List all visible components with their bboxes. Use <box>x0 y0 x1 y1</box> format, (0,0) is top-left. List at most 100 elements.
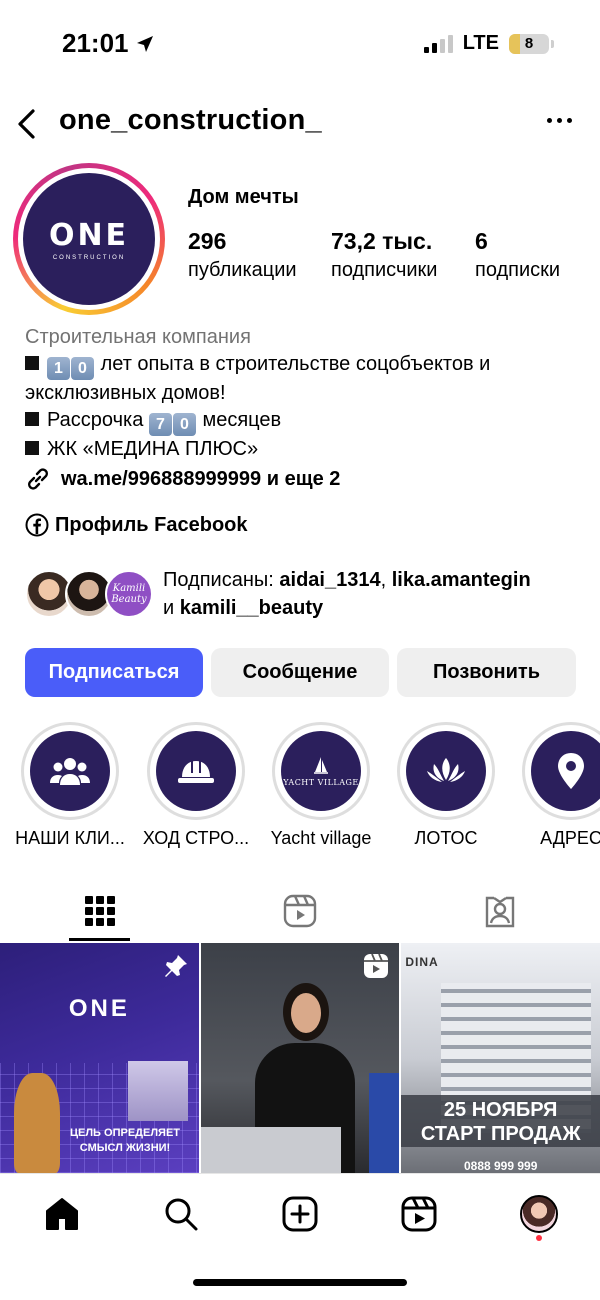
highlight-label: Yacht village <box>270 828 372 848</box>
post-thumbnail[interactable]: DINA 25 НОЯБРЯ СТАРТ ПРОДАЖ 0888 999 999 <box>401 943 600 1173</box>
stat-posts-label: публикации <box>188 259 297 281</box>
bio-line-2: эксклюзивных домов! <box>25 382 226 404</box>
facebook-profile-text: Профиль Facebook <box>55 513 248 536</box>
post-banner-line: СТАРТ ПРОДАЖ <box>420 1123 581 1145</box>
hard-hat-icon <box>178 761 214 783</box>
stat-posts-value: 296 <box>188 228 227 254</box>
bio-line-4: ЖК «МЕДИНА ПЛЮС» <box>25 436 585 463</box>
tagged-icon <box>485 896 515 928</box>
bio-line-3-prefix: Рассрочка <box>47 409 144 431</box>
people-icon <box>50 758 90 785</box>
profile-avatar-story-ring[interactable]: ONE CONSTRUCTION <box>13 163 165 315</box>
stat-followers[interactable]: 73,2 тыс. подписчики <box>331 228 475 282</box>
profile-avatar: ONE CONSTRUCTION <box>23 173 155 305</box>
call-button[interactable]: Позвонить <box>397 648 576 697</box>
message-button[interactable]: Сообщение <box>211 648 389 697</box>
network-type: LTE <box>462 32 499 54</box>
archer-figure <box>14 1073 60 1173</box>
search-icon <box>165 1198 198 1231</box>
profile-stats: 296 публикации 73,2 тыс. подписчики 6 по… <box>188 228 560 282</box>
battery-icon: 8 <box>509 33 549 54</box>
nav-reels[interactable] <box>397 1192 441 1236</box>
keycap-icon: 0 <box>172 413 196 436</box>
more-options-button[interactable] <box>547 118 572 123</box>
stat-following[interactable]: 6 подписки <box>475 228 560 282</box>
followed-by-user[interactable]: kamili__beauty <box>180 597 323 619</box>
keycap-icon: 0 <box>71 357 94 380</box>
nav-home[interactable] <box>40 1192 84 1236</box>
lotus-icon <box>427 758 465 782</box>
followed-by-conj: и <box>163 597 175 619</box>
location-pin-icon <box>558 753 584 789</box>
profile-username: one_construction_ <box>59 104 322 136</box>
story-highlights: НАШИ КЛИ... ХОД СТРО... YACHT VILLAGE Ya… <box>0 722 600 862</box>
bullet-icon <box>25 356 39 370</box>
status-indicators: LTE 8 <box>423 32 554 55</box>
nav-create[interactable] <box>278 1192 322 1236</box>
active-tab-indicator <box>69 938 130 941</box>
follow-button[interactable]: Подписаться <box>25 648 203 697</box>
notification-dot <box>536 1235 542 1241</box>
reels-icon <box>283 894 317 928</box>
followed-by-user[interactable]: lika.amantegin <box>392 569 531 591</box>
building-image <box>128 1061 188 1121</box>
more-dots-icon <box>547 118 552 123</box>
profile-header: one_construction_ <box>0 96 600 152</box>
post-brand-text: DINA <box>405 955 439 969</box>
create-icon <box>282 1196 318 1232</box>
highlight-address[interactable]: АДРЕС <box>511 722 600 849</box>
status-time: 21:01 <box>62 28 155 59</box>
followed-by-user[interactable]: aidai_1314 <box>279 569 380 591</box>
location-arrow-icon <box>136 35 153 52</box>
stat-following-label: подписки <box>475 259 561 281</box>
highlight-label: ХОД СТРО... <box>142 828 250 848</box>
keycap-icon: 1 <box>47 357 70 380</box>
highlight-label: НАШИ КЛИ... <box>15 828 125 848</box>
highlight-progress[interactable]: ХОД СТРО... <box>136 722 256 849</box>
laptop-image <box>200 1127 341 1173</box>
post-thumbnail[interactable] <box>200 943 400 1173</box>
posts-grid: ONE ЦЕЛЬ ОПРЕДЕЛЯЕТ СМЫСЛ ЖИЗНИ! DINA 25… <box>0 943 600 1173</box>
bio-line-4-text: ЖК «МЕДИНА ПЛЮС» <box>47 438 259 460</box>
facebook-profile-link[interactable]: Профиль Facebook <box>25 513 248 537</box>
mutual-followers-text: Подписаны: aidai_1314, lika.amantegin и … <box>163 569 531 619</box>
bio-line-3-suffix: месяцев <box>202 409 282 431</box>
highlight-logo-text: YACHT VILLAGE <box>283 777 359 787</box>
bio-link-text: wa.me/996888999999 и еще 2 <box>61 467 341 490</box>
tab-grid[interactable] <box>0 880 200 942</box>
tab-reels[interactable] <box>200 880 400 942</box>
profile-bio: Строительная компания 10 лет опыта в стр… <box>25 324 585 463</box>
highlight-yacht-village[interactable]: YACHT VILLAGE Yacht village <box>261 722 381 849</box>
highlight-label: АДРЕС <box>540 828 600 848</box>
bio-link[interactable]: wa.me/996888999999 и еще 2 <box>25 466 340 492</box>
back-button[interactable] <box>10 104 42 144</box>
stat-followers-label: подписчики <box>331 259 438 281</box>
mutual-followers[interactable]: Kamili Beauty Подписаны: aidai_1314, lik… <box>25 566 531 622</box>
keycap-icon: 7 <box>148 413 172 436</box>
stat-followers-value: 73,2 тыс. <box>331 228 433 254</box>
highlight-lotus[interactable]: ЛОТОС <box>386 722 506 849</box>
bottom-navigation <box>0 1173 600 1253</box>
bio-line-1-text: лет опыта в строительстве соцобъектов и <box>100 353 491 375</box>
stat-posts[interactable]: 296 публикации <box>188 228 331 282</box>
home-icon <box>46 1198 78 1230</box>
tab-tagged[interactable] <box>400 880 600 942</box>
nav-search[interactable] <box>159 1192 203 1236</box>
nav-profile[interactable] <box>517 1192 561 1236</box>
post-banner: 25 НОЯБРЯ СТАРТ ПРОДАЖ <box>401 1095 600 1147</box>
reels-icon <box>363 953 389 984</box>
mutual-follower-avatars: Kamili Beauty <box>25 568 153 620</box>
post-thumbnail[interactable]: ONE ЦЕЛЬ ОПРЕДЕЛЯЕТ СМЫСЛ ЖИЗНИ! <box>0 943 199 1173</box>
bullet-icon <box>25 441 39 455</box>
home-indicator[interactable] <box>193 1279 407 1286</box>
flag-image <box>369 1073 400 1173</box>
highlight-label: ЛОТОС <box>414 828 478 848</box>
signal-icon <box>423 34 453 53</box>
bullet-icon <box>25 412 39 426</box>
status-time-text: 21:01 <box>62 28 129 58</box>
post-caption: ЦЕЛЬ ОПРЕДЕЛЯЕТ СМЫСЛ ЖИЗНИ! <box>69 1127 181 1154</box>
reels-icon <box>401 1196 437 1232</box>
profile-display-name: Дом мечты <box>188 186 299 208</box>
highlight-clients[interactable]: НАШИ КЛИ... <box>10 722 130 849</box>
followed-by-prefix: Подписаны: <box>163 569 274 591</box>
